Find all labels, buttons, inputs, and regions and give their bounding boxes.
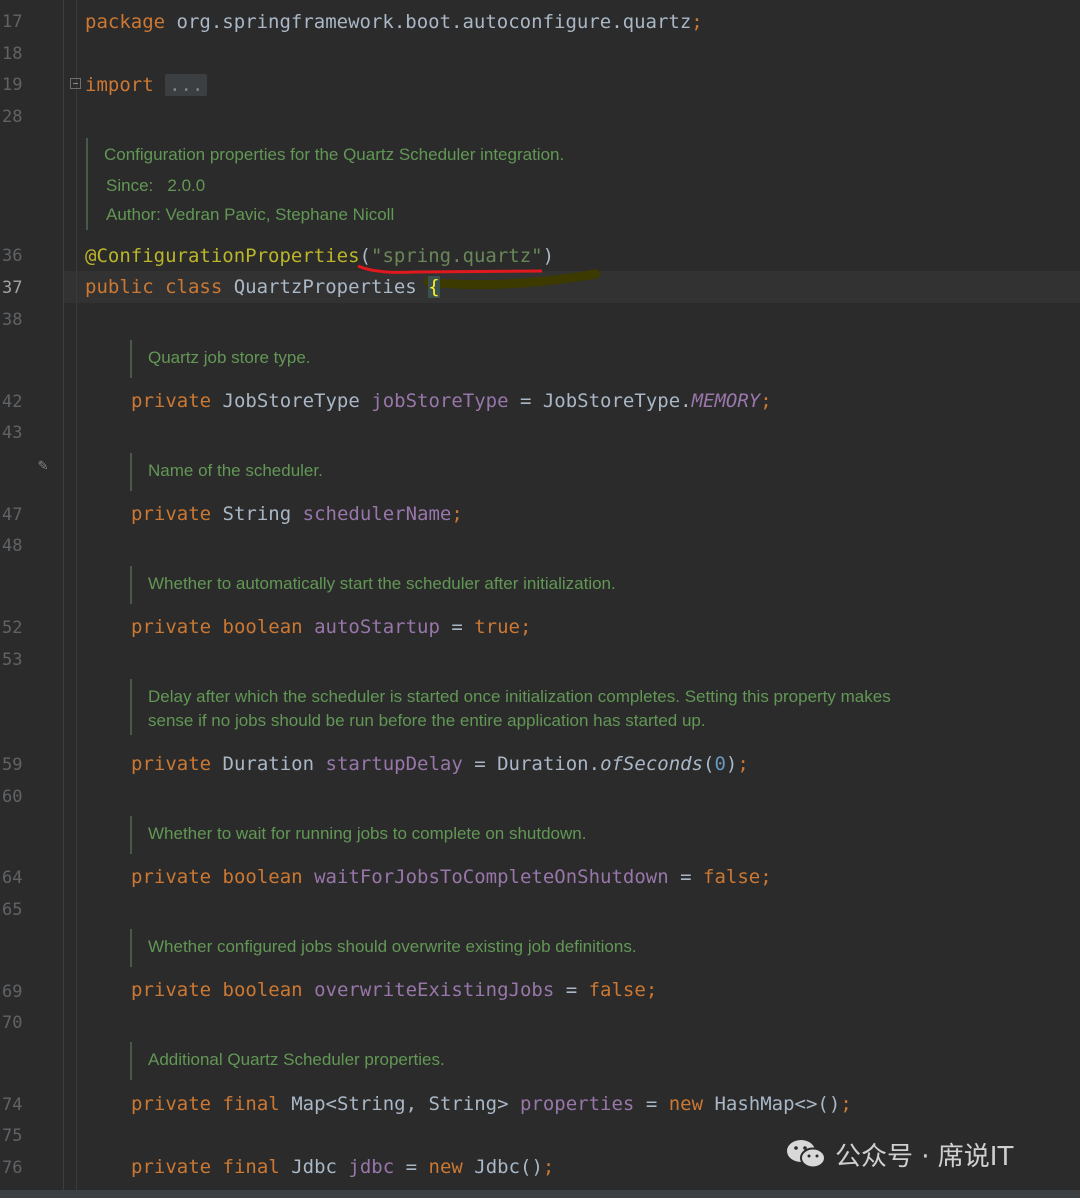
folded-imports[interactable]: ... bbox=[165, 74, 208, 96]
code-line-field-properties[interactable]: private final Map<String, String> proper… bbox=[131, 1092, 852, 1116]
olive-highlight-mark bbox=[423, 269, 601, 290]
line-number: 18 bbox=[2, 44, 23, 64]
fold-collapse-icon[interactable] bbox=[70, 78, 81, 89]
line-number: 17 bbox=[2, 12, 23, 32]
line-number: 70 bbox=[2, 1013, 23, 1033]
line-number: 64 bbox=[2, 868, 23, 888]
line-number: 43 bbox=[2, 423, 23, 443]
line-number: 75 bbox=[2, 1126, 23, 1146]
class-doc: Configuration properties for the Quartz … bbox=[104, 145, 565, 164]
field-doc: Whether configured jobs should overwrite… bbox=[148, 937, 637, 956]
doc-bar bbox=[130, 453, 132, 491]
line-number: 76 bbox=[2, 1158, 23, 1178]
matched-brace: { bbox=[428, 276, 440, 298]
line-number: 48 bbox=[2, 536, 23, 556]
doc-bar bbox=[130, 679, 132, 735]
doc-bar bbox=[130, 816, 132, 854]
doc-bar bbox=[86, 138, 88, 230]
line-number: 59 bbox=[2, 755, 23, 775]
line-number: 38 bbox=[2, 310, 23, 330]
line-number: 42 bbox=[2, 392, 23, 412]
gutter-divider bbox=[63, 0, 64, 1198]
field-doc: Whether to automatically start the sched… bbox=[148, 574, 616, 593]
code-line-field-jobstoretype[interactable]: private JobStoreType jobStoreType = JobS… bbox=[131, 389, 772, 413]
code-line-field-autostartup[interactable]: private boolean autoStartup = true; bbox=[131, 615, 531, 639]
doc-bar bbox=[130, 929, 132, 967]
watermark-text: 公众号 · 席说IT bbox=[835, 1141, 1014, 1172]
code-line-class-decl[interactable]: public class QuartzProperties { bbox=[85, 275, 440, 299]
doc-bar bbox=[130, 340, 132, 378]
code-line-field-schedulername[interactable]: private String schedulerName; bbox=[131, 502, 463, 526]
code-line-field-overwrite[interactable]: private boolean overwriteExistingJobs = … bbox=[131, 978, 657, 1002]
field-doc: Delay after which the scheduler is start… bbox=[148, 687, 891, 706]
watermark: 公众号 · 席说IT bbox=[785, 1132, 1055, 1176]
field-doc: Quartz job store type. bbox=[148, 348, 311, 367]
line-number: 47 bbox=[2, 505, 23, 525]
line-number: 28 bbox=[2, 107, 23, 127]
line-number: 60 bbox=[2, 787, 23, 807]
line-number: 19 bbox=[2, 75, 23, 95]
fold-guide bbox=[76, 0, 77, 1198]
line-number: 74 bbox=[2, 1095, 23, 1115]
field-doc: Whether to wait for running jobs to comp… bbox=[148, 824, 587, 843]
doc-bar bbox=[130, 566, 132, 604]
author-tag: Author: Vedran Pavic, Stephane Nicoll bbox=[106, 205, 395, 224]
pencil-icon[interactable]: ✎ bbox=[38, 455, 56, 474]
code-line-field-jdbc[interactable]: private final Jdbc jdbc = new Jdbc(); bbox=[131, 1155, 554, 1179]
doc-bar bbox=[130, 1042, 132, 1080]
field-doc: Additional Quartz Scheduler properties. bbox=[148, 1050, 445, 1069]
field-doc: Name of the scheduler. bbox=[148, 461, 323, 480]
code-line-package[interactable]: package org.springframework.boot.autocon… bbox=[85, 10, 703, 34]
line-number-active: 37 bbox=[2, 278, 23, 298]
bottom-scroll-area bbox=[0, 1190, 1080, 1198]
field-doc: sense if no jobs should be run before th… bbox=[148, 711, 706, 730]
line-number: 65 bbox=[2, 900, 23, 920]
wechat-icon bbox=[787, 1140, 826, 1169]
code-line-field-startupdelay[interactable]: private Duration startupDelay = Duration… bbox=[131, 752, 749, 776]
since-tag: Since: 2.0.0 bbox=[106, 176, 206, 195]
line-number: 69 bbox=[2, 982, 23, 1002]
line-number: 53 bbox=[2, 650, 23, 670]
line-number: 52 bbox=[2, 618, 23, 638]
code-line-field-waitforjobs[interactable]: private boolean waitForJobsToCompleteOnS… bbox=[131, 865, 772, 889]
line-number: 36 bbox=[2, 246, 23, 266]
code-line-import[interactable]: import ... bbox=[85, 73, 208, 97]
